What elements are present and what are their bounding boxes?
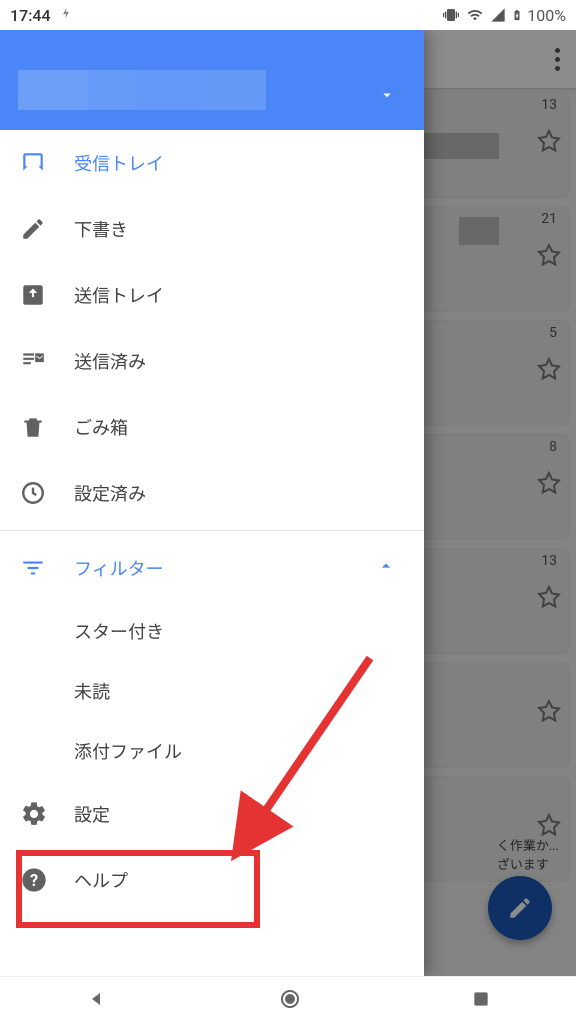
drawer-item-settings[interactable]: 設定 [0,781,424,847]
drawer-item-label: スター付き [74,618,164,644]
sent-icon [20,348,74,374]
drawer-item-label: 送信済み [74,348,146,374]
divider [0,530,424,531]
navigation-drawer: 受信トレイ 下書き 送信トレイ 送信済み ごみ箱 設定済み [0,30,424,976]
drawer-item-help[interactable]: ? ヘルプ [0,847,424,913]
help-icon: ? [20,866,74,894]
drawer-item-inbox[interactable]: 受信トレイ [0,130,424,196]
outbox-icon [20,282,74,308]
drawer-item-trash[interactable]: ごみ箱 [0,394,424,460]
drawer-item-label: 添付ファイル [74,738,182,764]
wifi-icon [465,7,485,23]
drawer-item-label: 設定 [74,801,110,827]
battery-percent: 100% [527,6,566,25]
vibrate-icon [441,7,461,23]
drawer-filter-starred[interactable]: スター付き [0,601,424,661]
drawer-filter-unread[interactable]: 未読 [0,661,424,721]
filter-icon [20,555,74,581]
status-time: 17:44 [10,6,51,25]
drawer-item-label: 下書き [74,216,128,242]
drawer-filter-attach[interactable]: 添付ファイル [0,721,424,781]
drawer-item-label: フィルター [74,555,164,581]
nav-back-icon[interactable] [85,987,109,1015]
inbox-icon [20,150,74,176]
chevron-up-icon [376,556,396,580]
account-dropdown-icon[interactable] [378,86,396,108]
gear-icon [20,800,74,828]
drawer-item-label: ヘルプ [74,867,128,893]
clock-icon [20,480,74,506]
trash-icon [20,414,74,440]
drawer-item-label: 設定済み [74,480,146,506]
drawer-item-sent[interactable]: 送信済み [0,328,424,394]
drawer-menu: 受信トレイ 下書き 送信トレイ 送信済み ごみ箱 設定済み [0,130,424,976]
svg-text:?: ? [30,871,38,890]
nav-home-icon[interactable] [278,987,302,1015]
drawer-header[interactable] [0,30,424,130]
drawer-filter-header[interactable]: フィルター [0,535,424,601]
status-bar: 17:44 100% [0,0,576,30]
status-icons-right: 100% [441,6,566,25]
pencil-icon [20,216,74,242]
nav-recent-icon[interactable] [471,989,491,1013]
drawer-item-label: 送信トレイ [74,282,164,308]
signal-icon [489,7,507,23]
drawer-item-label: ごみ箱 [74,414,128,440]
drawer-item-scheduled[interactable]: 設定済み [0,460,424,526]
drawer-item-label: 受信トレイ [74,150,164,176]
drawer-item-label: 未読 [74,678,110,704]
charge-icon [59,5,73,25]
drawer-item-outbox[interactable]: 送信トレイ [0,262,424,328]
drawer-item-drafts[interactable]: 下書き [0,196,424,262]
system-nav-bar [0,976,576,1024]
battery-icon [511,6,523,24]
